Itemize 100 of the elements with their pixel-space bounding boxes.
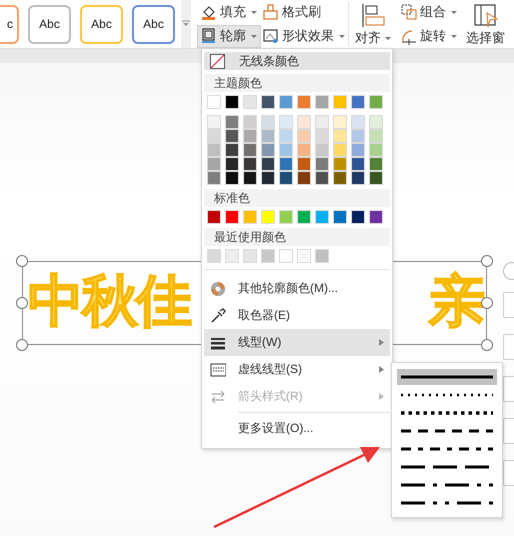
- color-swatch[interactable]: [243, 171, 257, 185]
- color-swatch[interactable]: [279, 157, 293, 171]
- color-swatch[interactable]: [261, 95, 275, 109]
- ribbon-button[interactable]: 旋转: [397, 24, 461, 48]
- color-swatch[interactable]: [297, 95, 311, 109]
- color-swatch[interactable]: [333, 171, 347, 185]
- ribbon-button[interactable]: 格式刷: [259, 0, 324, 24]
- color-swatch[interactable]: [297, 143, 311, 157]
- color-swatch[interactable]: [351, 115, 365, 129]
- menu-item[interactable]: 其他轮廓颜色(M)...: [204, 275, 390, 302]
- color-swatch[interactable]: [225, 115, 239, 129]
- ribbon-button[interactable]: 形状效果: [259, 24, 349, 48]
- color-swatch[interactable]: [279, 129, 293, 143]
- color-swatch[interactable]: [369, 143, 383, 157]
- menu-item[interactable]: 虚线线型(S): [204, 356, 390, 383]
- color-swatch[interactable]: [333, 210, 347, 224]
- color-swatch[interactable]: [225, 249, 239, 263]
- color-swatch[interactable]: [207, 249, 221, 263]
- color-swatch[interactable]: [315, 129, 329, 143]
- shape-style-button[interactable]: Abc: [28, 4, 71, 44]
- color-swatch[interactable]: [333, 143, 347, 157]
- line-style-option[interactable]: [397, 369, 497, 385]
- color-swatch[interactable]: [297, 115, 311, 129]
- color-swatch[interactable]: [225, 143, 239, 157]
- shape-style-button[interactable]: Abc: [132, 4, 175, 44]
- color-swatch[interactable]: [351, 95, 365, 109]
- color-swatch[interactable]: [261, 129, 275, 143]
- color-swatch[interactable]: [261, 249, 275, 263]
- color-swatch[interactable]: [243, 249, 257, 263]
- menu-item[interactable]: 取色器(E): [204, 302, 390, 329]
- color-swatch[interactable]: [369, 95, 383, 109]
- color-swatch[interactable]: [315, 171, 329, 185]
- color-swatch[interactable]: [351, 129, 365, 143]
- color-swatch[interactable]: [315, 210, 329, 224]
- resize-handle[interactable]: [16, 255, 28, 267]
- color-swatch[interactable]: [351, 210, 365, 224]
- resize-handle[interactable]: [481, 255, 493, 267]
- color-swatch[interactable]: [315, 95, 329, 109]
- color-swatch[interactable]: [279, 249, 293, 263]
- color-swatch[interactable]: [279, 171, 293, 185]
- menu-item[interactable]: 无线条颜色: [204, 52, 390, 70]
- menu-item[interactable]: 更多设置(O)...: [204, 415, 390, 442]
- color-swatch[interactable]: [333, 115, 347, 129]
- color-swatch[interactable]: [243, 95, 257, 109]
- menu-item[interactable]: 线型(W): [204, 329, 390, 356]
- ribbon-button[interactable]: 组合: [397, 0, 461, 24]
- color-swatch[interactable]: [369, 157, 383, 171]
- color-swatch[interactable]: [261, 157, 275, 171]
- color-swatch[interactable]: [315, 115, 329, 129]
- color-swatch[interactable]: [297, 157, 311, 171]
- color-swatch[interactable]: [261, 143, 275, 157]
- resize-handle[interactable]: [16, 297, 28, 309]
- color-swatch[interactable]: [369, 171, 383, 185]
- color-swatch[interactable]: [207, 115, 221, 129]
- resize-handle[interactable]: [16, 339, 28, 351]
- color-swatch[interactable]: [315, 143, 329, 157]
- color-swatch[interactable]: [207, 95, 221, 109]
- color-swatch[interactable]: [207, 157, 221, 171]
- color-swatch[interactable]: [315, 157, 329, 171]
- color-swatch[interactable]: [207, 171, 221, 185]
- ribbon-button[interactable]: 选择窗: [463, 1, 508, 47]
- color-swatch[interactable]: [333, 95, 347, 109]
- color-swatch[interactable]: [351, 171, 365, 185]
- color-swatch[interactable]: [279, 143, 293, 157]
- color-swatch[interactable]: [297, 129, 311, 143]
- color-swatch[interactable]: [351, 157, 365, 171]
- color-swatch[interactable]: [369, 129, 383, 143]
- shape-style-button[interactable]: Abc: [80, 4, 123, 44]
- color-swatch[interactable]: [207, 143, 221, 157]
- color-swatch[interactable]: [243, 143, 257, 157]
- color-swatch[interactable]: [333, 157, 347, 171]
- color-swatch[interactable]: [279, 115, 293, 129]
- ribbon-button[interactable]: 轮廓: [197, 24, 261, 48]
- color-swatch[interactable]: [315, 249, 329, 263]
- color-swatch[interactable]: [225, 129, 239, 143]
- color-swatch[interactable]: [225, 171, 239, 185]
- color-swatch[interactable]: [369, 115, 383, 129]
- color-swatch[interactable]: [333, 129, 347, 143]
- color-swatch[interactable]: [207, 210, 221, 224]
- color-swatch[interactable]: [297, 171, 311, 185]
- color-swatch[interactable]: [225, 95, 239, 109]
- color-swatch[interactable]: [225, 157, 239, 171]
- color-swatch[interactable]: [243, 210, 257, 224]
- color-swatch[interactable]: [279, 210, 293, 224]
- ribbon-button[interactable]: 填充: [197, 0, 261, 24]
- color-swatch[interactable]: [297, 210, 311, 224]
- color-swatch[interactable]: [243, 115, 257, 129]
- color-swatch[interactable]: [297, 249, 311, 263]
- color-swatch[interactable]: [207, 129, 221, 143]
- color-swatch[interactable]: [243, 157, 257, 171]
- color-swatch[interactable]: [279, 95, 293, 109]
- color-swatch[interactable]: [369, 210, 383, 224]
- color-swatch[interactable]: [225, 210, 239, 224]
- shape-style-button[interactable]: c: [0, 4, 19, 44]
- color-swatch[interactable]: [261, 171, 275, 185]
- resize-handle[interactable]: [481, 339, 493, 351]
- color-swatch[interactable]: [243, 129, 257, 143]
- color-swatch[interactable]: [351, 143, 365, 157]
- color-swatch[interactable]: [261, 210, 275, 224]
- color-swatch[interactable]: [261, 115, 275, 129]
